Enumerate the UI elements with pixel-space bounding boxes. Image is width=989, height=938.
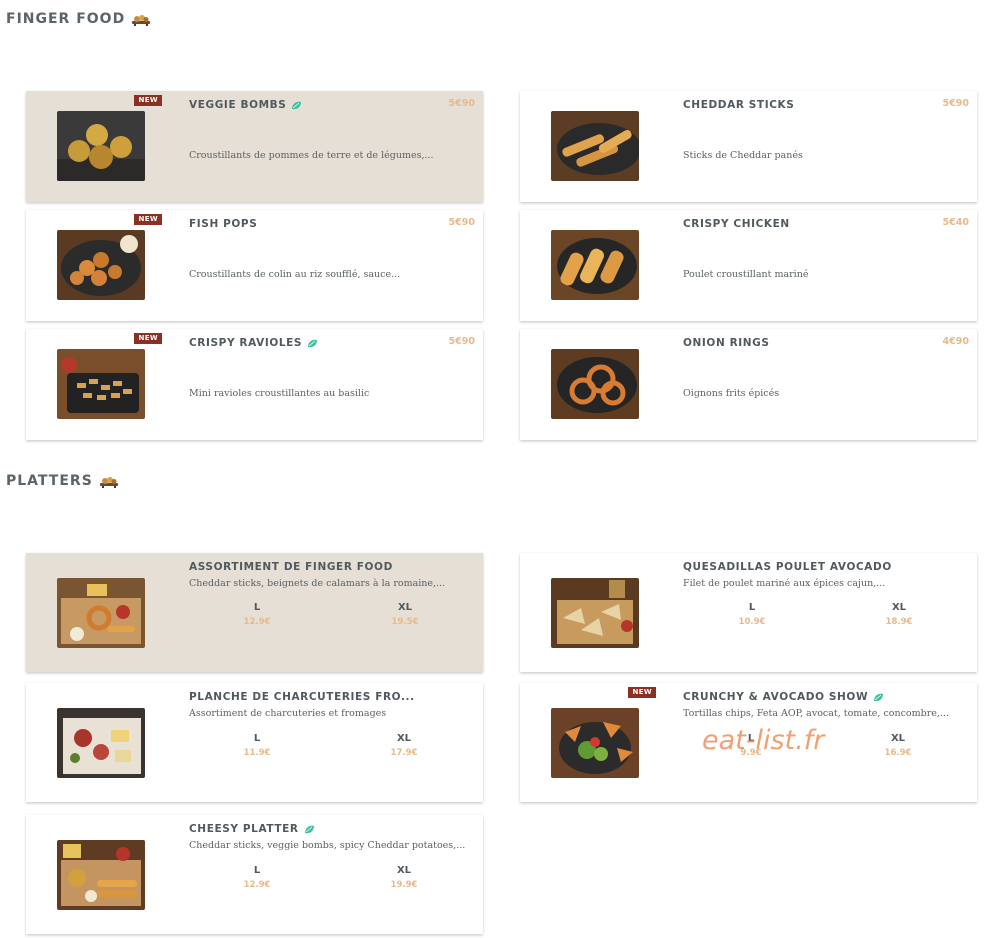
item-name: CHEDDAR STICKS [683,99,795,111]
item-name: FISH POPS [189,218,258,230]
menu-item-quesadillas-poulet-avocado[interactable]: QUESADILLAS POULET AVOCADO Filet de poul… [520,553,977,672]
item-name: QUESADILLAS POULET AVOCADO [683,561,892,573]
item-name: CRISPY CHICKEN [683,218,790,230]
menu-item-cheesy-platter[interactable]: CHEESY PLATTER Cheddar sticks, veggie bo… [26,815,483,934]
item-description: Cheddar sticks, veggie bombs, spicy Ched… [189,840,466,851]
size-option-l[interactable]: L 12.9€ [227,602,287,627]
item-photo [57,111,145,181]
item-description: Assortiment de charcuteries et fromages [189,708,387,719]
item-photo [57,708,145,778]
size-option-xl[interactable]: XL 18.9€ [869,602,929,627]
new-badge: NEW [134,214,162,225]
menu-item-crispy-chicken[interactable]: CRISPY CHICKEN 5€40 Poulet croustillant … [520,210,977,321]
item-photo [57,840,145,910]
watermark: eat-list.fr [702,725,825,756]
menu-item-onion-rings[interactable]: ONION RINGS 4€90 Oignons frits épicés [520,329,977,440]
menu-item-crispy-ravioles[interactable]: NEW CRISPY RAVIOLES 5€90 Mini ravioles c… [26,329,483,440]
leaf-icon [307,339,318,348]
item-photo [551,708,639,778]
item-price: 5€90 [448,98,475,109]
menu-item-fish-pops[interactable]: NEW FISH POPS 5€90 Croustillants de coli… [26,210,483,321]
item-name: CRISPY RAVIOLES [189,337,318,349]
item-description: Sticks de Cheddar panés [683,150,803,161]
section-title-finger-food: FINGER FOOD [6,11,151,27]
item-name: VEGGIE BOMBS [189,99,302,111]
item-name: ONION RINGS [683,337,770,349]
section-title-text: PLATTERS [6,473,93,489]
item-description: Oignons frits épicés [683,388,780,399]
item-description: Filet de poulet mariné aux épices cajun,… [683,578,886,589]
size-option-l[interactable]: L 11.9€ [227,733,287,758]
item-photo [551,578,639,648]
item-name: CHEESY PLATTER [189,823,315,835]
item-photo [57,230,145,300]
size-option-xl[interactable]: XL 16.9€ [868,733,928,758]
item-name: CRUNCHY & AVOCADO SHOW [683,691,884,703]
item-description: Croustillants de pommes de terre et de l… [189,150,434,161]
item-description: Cheddar sticks, beignets de calamars à l… [189,578,446,589]
new-badge: NEW [134,333,162,344]
size-option-xl[interactable]: XL 19.9€ [374,865,434,890]
item-price: 5€90 [448,336,475,347]
item-price: 5€90 [448,217,475,228]
size-option-xl[interactable]: XL 17.9€ [374,733,434,758]
size-option-xl[interactable]: XL 19.5€ [375,602,435,627]
item-photo [551,230,639,300]
new-badge: NEW [134,95,162,106]
item-photo [57,578,145,648]
size-option-l[interactable]: L 12.9€ [227,865,287,890]
food-tray-icon [99,474,119,488]
size-option-l[interactable]: L 10.9€ [722,602,782,627]
leaf-icon [873,693,884,702]
item-price: 4€90 [942,336,969,347]
item-price: 5€40 [942,217,969,228]
item-name: ASSORTIMENT DE FINGER FOOD [189,561,393,573]
leaf-icon [291,101,302,110]
item-photo [551,111,639,181]
item-description: Croustillants de colin au riz soufflé, s… [189,269,401,280]
section-title-text: FINGER FOOD [6,11,126,27]
menu-item-assortiment-finger-food[interactable]: ASSORTIMENT DE FINGER FOOD Cheddar stick… [26,553,483,672]
menu-item-cheddar-sticks[interactable]: CHEDDAR STICKS 5€90 Sticks de Cheddar pa… [520,91,977,202]
leaf-icon [304,825,315,834]
item-description: Tortillas chips, Feta AOP, avocat, tomat… [683,708,949,719]
menu-item-planche-de-charcuteries[interactable]: PLANCHE DE CHARCUTERIES FRO... Assortime… [26,683,483,802]
item-description: Mini ravioles croustillantes au basilic [189,388,370,399]
item-name: PLANCHE DE CHARCUTERIES FRO... [189,691,415,703]
new-badge: NEW [628,687,656,698]
item-photo [57,349,145,419]
item-price: 5€90 [942,98,969,109]
menu-item-veggie-bombs[interactable]: NEW VEGGIE BOMBS 5€90 Croustillants de p… [26,91,483,202]
item-description: Poulet croustillant mariné [683,269,809,280]
item-photo [551,349,639,419]
section-title-platters: PLATTERS [6,473,119,489]
food-tray-icon [131,12,151,26]
